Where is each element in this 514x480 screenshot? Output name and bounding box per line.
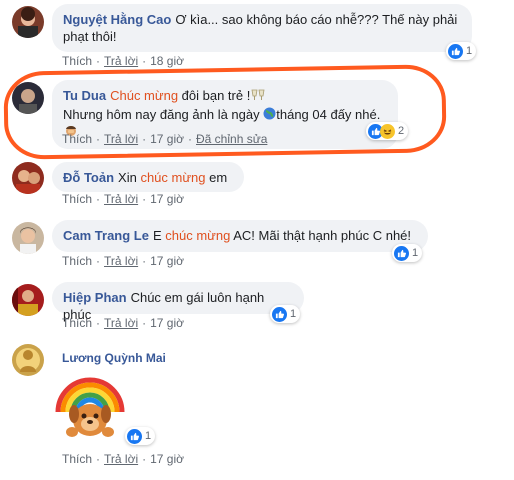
timestamp[interactable]: 17 giờ — [150, 452, 184, 466]
comment-actions: Thích · Trả lời · 18 giờ — [62, 54, 184, 68]
like-link[interactable]: Thích — [62, 192, 92, 206]
avatar[interactable] — [12, 222, 44, 254]
comment-text-line2: phạt thôi! — [63, 29, 117, 44]
reply-link[interactable]: Trả lời — [104, 254, 138, 268]
highlight-text: chúc mừng — [165, 228, 231, 243]
avatar[interactable] — [12, 6, 44, 38]
reaction-count[interactable]: 1 — [392, 244, 423, 262]
commenter-name[interactable]: Đỗ Toản — [63, 170, 114, 185]
rainbow-sticker[interactable] — [54, 368, 126, 444]
like-icon — [394, 245, 409, 261]
commenter-name[interactable]: Lương Quỳnh Mai — [62, 351, 166, 365]
comment-bubble: Đỗ Toản Xin chúc mừng em — [52, 162, 244, 192]
commenter-name[interactable]: Cam Trang Le — [63, 228, 149, 243]
comment-text: Ơ kìa... sao không báo cáo nhễ??? Thế nà… — [175, 12, 458, 27]
like-link[interactable]: Thích — [62, 316, 92, 330]
commenter-name[interactable]: Nguyệt Hằng Cao — [63, 12, 171, 27]
like-link[interactable]: Thích — [62, 54, 92, 68]
like-link[interactable]: Thích — [62, 452, 92, 466]
reply-link[interactable]: Trả lời — [104, 192, 138, 206]
reaction-count[interactable]: 1 — [125, 427, 156, 445]
avatar[interactable] — [12, 344, 44, 376]
comment-actions: Thích · Trả lời · 17 giờ — [62, 452, 184, 466]
timestamp[interactable]: 18 giờ — [150, 54, 184, 68]
reaction-count[interactable]: 1 — [446, 42, 477, 60]
like-icon — [127, 428, 142, 444]
comment-bubble: Cam Trang Le E chúc mừng AC! Mãi thật hạn… — [52, 220, 428, 252]
like-icon — [272, 306, 287, 322]
reaction-count[interactable]: 1 — [270, 305, 301, 323]
commenter-name[interactable]: Hiệp Phan — [63, 290, 127, 305]
comment-bubble: Nguyệt Hằng Cao Ơ kìa... sao không báo cá… — [52, 4, 472, 52]
avatar[interactable] — [12, 162, 44, 194]
like-icon — [448, 43, 463, 59]
timestamp[interactable]: 17 giờ — [150, 192, 184, 206]
comment-actions: Thích · Trả lời · 17 giờ — [62, 192, 184, 206]
timestamp[interactable]: 17 giờ — [150, 316, 184, 330]
reply-link[interactable]: Trả lời — [104, 452, 138, 466]
reply-link[interactable]: Trả lời — [104, 54, 138, 68]
reply-link[interactable]: Trả lời — [104, 316, 138, 330]
timestamp[interactable]: 17 giờ — [150, 254, 184, 268]
highlight-text: chúc mừng — [140, 170, 206, 185]
comment-actions: Thích · Trả lời · 17 giờ — [62, 316, 184, 330]
highlight-oval — [3, 64, 447, 160]
avatar[interactable] — [12, 284, 44, 316]
comment-actions: Thích · Trả lời · 17 giờ — [62, 254, 184, 268]
comment-bubble: Hiệp Phan Chúc em gái luôn hạnh phúc — [52, 282, 304, 322]
like-link[interactable]: Thích — [62, 254, 92, 268]
